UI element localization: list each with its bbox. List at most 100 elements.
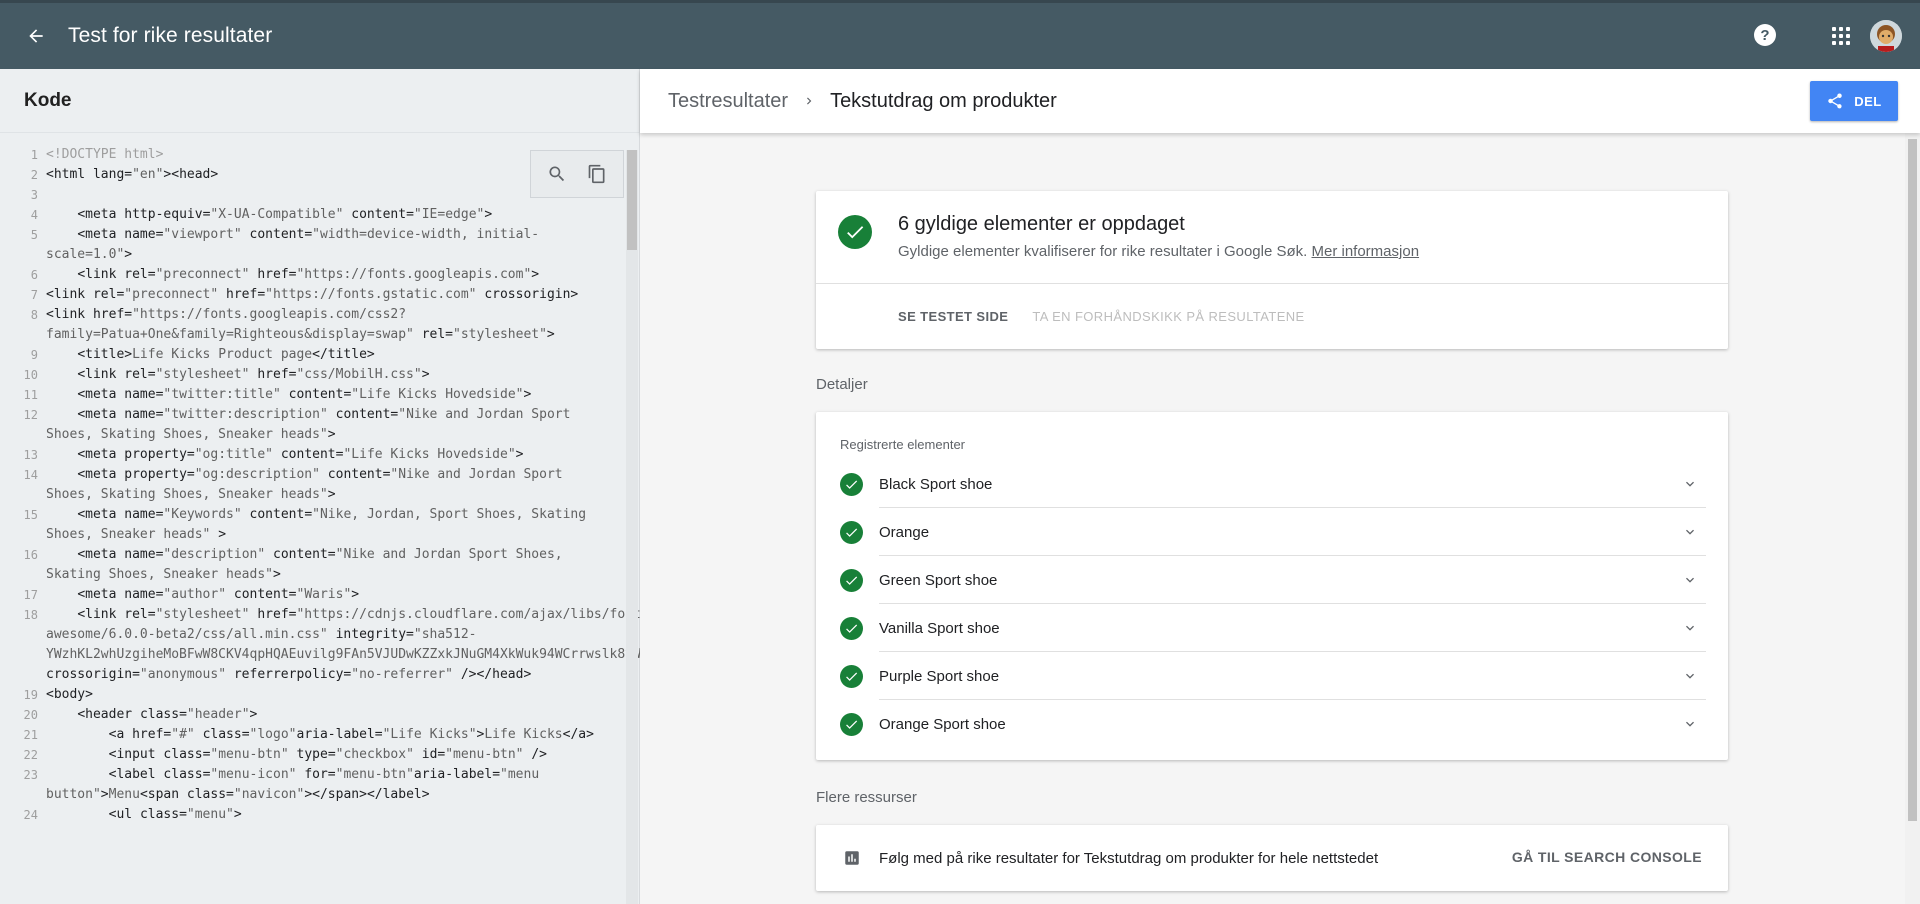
code-text: <meta name="Keywords" content="Nike, Jor…	[46, 507, 594, 542]
detected-item[interactable]: Orange	[816, 508, 1728, 556]
line-number: 17	[23, 588, 38, 602]
chevron-down-icon[interactable]	[1682, 572, 1698, 588]
app-bar: Test for rike resultater ?	[0, 0, 1920, 69]
back-arrow-icon[interactable]	[24, 24, 48, 48]
chevron-down-icon[interactable]	[1682, 620, 1698, 636]
line-number: 4	[30, 208, 38, 222]
share-label: DEL	[1854, 93, 1882, 109]
detected-items-caption: Registrerte elementer	[840, 437, 965, 452]
code-line: 21 <a href="#" class="logo"aria-label="L…	[0, 725, 624, 745]
detected-item[interactable]: Purple Sport shoe	[816, 652, 1728, 700]
chevron-right-icon	[802, 94, 816, 108]
results-header: Testresultater Tekstutdrag om produkter …	[640, 69, 1920, 133]
copy-icon[interactable]	[584, 161, 610, 187]
breadcrumb-current: Tekstutdrag om produkter	[830, 89, 1057, 112]
code-scrollbar[interactable]	[626, 150, 638, 904]
code-line: 16 <meta name="description" content="Nik…	[0, 545, 624, 585]
line-number: 22	[23, 748, 38, 762]
more-info-link[interactable]: Mer informasjon	[1312, 243, 1420, 260]
code-line: 8 <link href="https://fonts.googleapis.co…	[0, 305, 624, 345]
code-text: <title>Life Kicks Product page</title>	[46, 347, 375, 362]
summary-subtitle-text: Gyldige elementer kvalifiserer for rike …	[898, 243, 1308, 260]
code-text: <header class="header">	[46, 707, 258, 722]
app-title: Test for rike resultater	[68, 24, 273, 47]
code-text: <meta name="description" content="Nike a…	[46, 547, 571, 582]
detected-item-label: Vanilla Sport shoe	[879, 619, 1000, 637]
chevron-down-icon[interactable]	[1682, 668, 1698, 684]
resource-text: Følg med på rike resultater for Tekstutd…	[879, 849, 1379, 867]
valid-check-icon	[838, 215, 872, 249]
line-number: 9	[30, 348, 38, 362]
summary-subtitle: Gyldige elementer kvalifiserer for rike …	[898, 243, 1419, 260]
summary-card: 6 gyldige elementer er oppdaget Gyldige …	[816, 191, 1728, 349]
detected-item[interactable]: Green Sport shoe	[816, 556, 1728, 604]
detected-item[interactable]: Black Sport shoe	[816, 460, 1728, 508]
help-icon[interactable]: ?	[1754, 24, 1776, 46]
code-text: <a href="#" class="logo"aria-label="Life…	[46, 727, 594, 742]
code-text: <link href="https://fonts.googleapis.com…	[46, 307, 555, 342]
preview-results-button[interactable]: TA EN FORHÅNDSKIKK PÅ RESULTATENE	[1032, 309, 1304, 324]
valid-check-icon	[840, 712, 863, 736]
line-number: 19	[23, 688, 38, 702]
details-label: Detaljer	[816, 376, 868, 393]
code-text: <body>	[46, 687, 93, 702]
code-text: <meta name="twitter:description" content…	[46, 407, 579, 442]
search-icon[interactable]	[544, 161, 570, 187]
code-text: <meta name="author" content="Waris">	[46, 587, 360, 602]
line-number: 8	[30, 308, 38, 322]
detected-item[interactable]: Vanilla Sport shoe	[816, 604, 1728, 652]
code-line: 22 <input class="menu-btn" type="checkbo…	[0, 745, 624, 765]
code-line: 11 <meta name="twitter:title" content="L…	[0, 385, 624, 405]
avatar[interactable]	[1870, 20, 1902, 52]
line-number: 18	[23, 608, 38, 622]
line-number: 14	[23, 468, 38, 482]
code-text: <input class="menu-btn" type="checkbox" …	[46, 747, 547, 762]
line-number: 6	[30, 268, 38, 282]
detected-item-label: Purple Sport shoe	[879, 667, 1000, 685]
code-line: 14 <meta property="og:description" conte…	[0, 465, 624, 505]
chevron-down-icon[interactable]	[1682, 716, 1698, 732]
chart-icon	[843, 849, 861, 867]
code-line: 17 <meta name="author" content="Waris">	[0, 585, 624, 605]
chevron-down-icon[interactable]	[1682, 524, 1698, 540]
code-text: <meta name="viewport" content="width=dev…	[46, 227, 540, 262]
code-line: 18 <link rel="stylesheet" href="https://…	[0, 605, 743, 685]
line-number: 16	[23, 548, 38, 562]
valid-check-icon	[840, 664, 863, 688]
search-console-link[interactable]: GÅ TIL SEARCH CONSOLE	[1512, 849, 1702, 865]
results-body: 6 gyldige elementer er oppdaget Gyldige …	[640, 133, 1905, 904]
valid-check-icon	[840, 472, 863, 496]
code-line: 5 <meta name="viewport" content="width=d…	[0, 225, 624, 265]
apps-grid-icon[interactable]	[1832, 27, 1850, 45]
detected-items-card: Registrerte elementer Black Sport shoe Or…	[816, 412, 1728, 760]
line-number: 7	[30, 288, 38, 302]
breadcrumb-root[interactable]: Testresultater	[668, 90, 788, 113]
chevron-down-icon[interactable]	[1682, 476, 1698, 492]
detected-item[interactable]: Orange Sport shoe	[816, 700, 1728, 748]
code-line: 19 <body>	[0, 685, 624, 705]
code-line: 7 <link rel="preconnect" href="https://fo…	[0, 285, 624, 305]
line-number: 24	[23, 808, 38, 822]
line-number: 1	[30, 148, 38, 162]
share-icon	[1828, 93, 1842, 109]
line-number: 15	[23, 508, 38, 522]
code-text: <link rel="stylesheet" href="css/MobilH.…	[46, 367, 430, 382]
code-text: <label class="menu-icon" for="menu-btn"a…	[46, 767, 547, 802]
code-view[interactable]: 1 <!DOCTYPE html> 2 <html lang="en"><head> 3…	[0, 145, 743, 904]
line-number: 11	[23, 388, 38, 402]
line-number: 23	[23, 768, 38, 782]
code-toolbar	[530, 150, 624, 198]
detected-item-label: Orange Sport shoe	[879, 715, 1006, 733]
view-tested-page-button[interactable]: SE TESTET SIDE	[898, 309, 1008, 324]
results-scrollbar[interactable]	[1905, 133, 1920, 904]
code-text: <link rel="preconnect" href="https://fon…	[46, 267, 540, 282]
code-line: 23 <label class="menu-icon" for="menu-bt…	[0, 765, 624, 805]
share-button[interactable]: DEL	[1810, 81, 1898, 121]
line-number: 20	[23, 708, 38, 722]
code-text: <meta property="og:description" content=…	[46, 467, 571, 502]
code-line: 13 <meta property="og:title" content="Li…	[0, 445, 624, 465]
valid-check-icon	[840, 568, 863, 592]
code-text: <meta name="twitter:title" content="Life…	[46, 387, 532, 402]
code-line: 15 <meta name="Keywords" content="Nike, …	[0, 505, 624, 545]
line-number: 5	[30, 228, 38, 242]
